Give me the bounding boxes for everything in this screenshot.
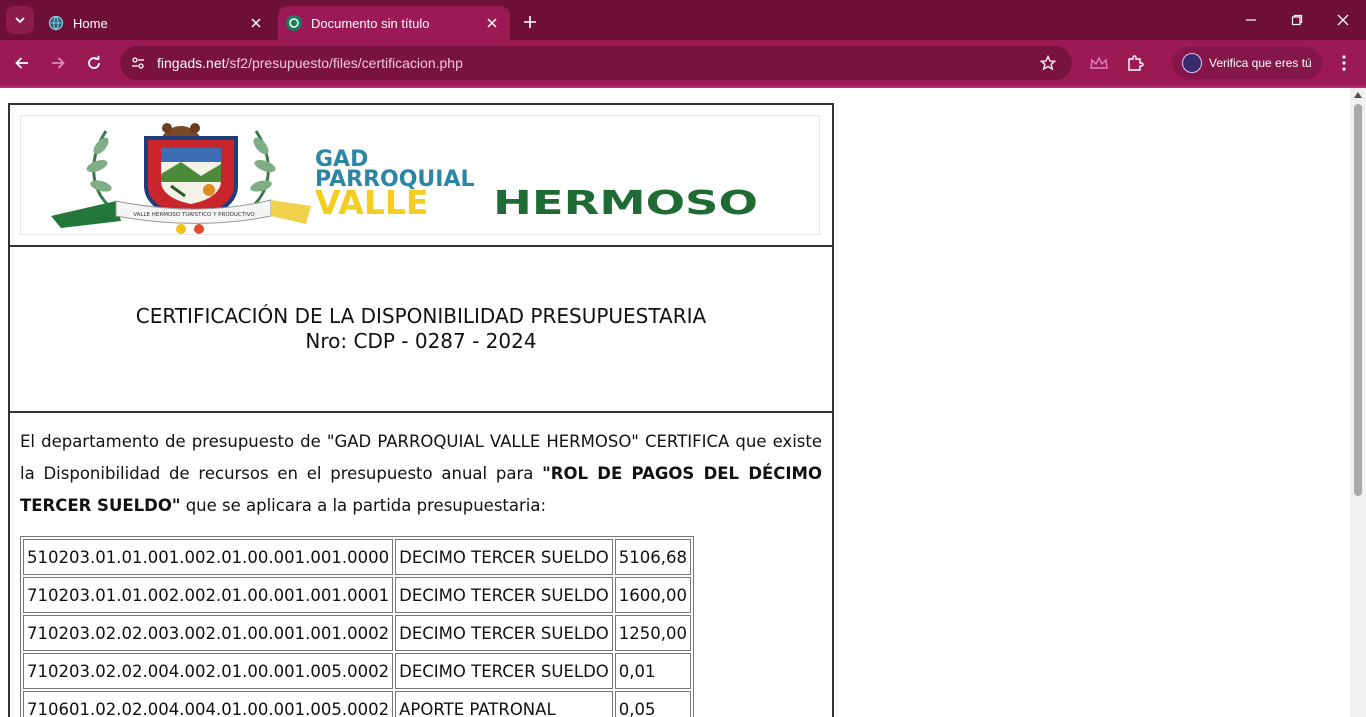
cell-valor: 0,01 <box>614 653 692 689</box>
page-content: VALLE HERMOSO TURISTICO Y PRODUCTIVO GAD… <box>0 88 1350 717</box>
cell-valor: 1250,00 <box>614 615 692 651</box>
extension-crown-icon[interactable] <box>1085 49 1113 77</box>
close-tab-icon[interactable] <box>246 13 266 33</box>
plus-icon <box>524 16 536 28</box>
close-icon <box>1337 14 1349 26</box>
cell-descripcion: DECIMO TERCER SUELDO <box>395 615 613 651</box>
table-row: 710601.02.02.004.004.01.00.001.005.0002 A… <box>23 691 692 717</box>
restore-icon <box>1291 14 1303 26</box>
bookmark-star-icon[interactable] <box>1038 53 1058 73</box>
logo-text-valle: VALLE <box>315 183 428 222</box>
cell-descripcion: DECIMO TERCER SUELDO <box>395 539 613 575</box>
minimize-icon <box>1246 19 1256 21</box>
document-heading: CERTIFICACIÓN DE LA DISPONIBILIDAD PRESU… <box>135 304 707 328</box>
back-button[interactable] <box>8 49 36 77</box>
address-bar[interactable]: fingads.net/sf2/presupuesto/files/certif… <box>120 46 1072 80</box>
cell-codigo: 710601.02.02.004.004.01.00.001.005.0002 <box>23 691 394 717</box>
close-tab-icon[interactable] <box>482 13 502 33</box>
cell-valor: 1600,00 <box>614 577 692 613</box>
cell-descripcion: DECIMO TERCER SUELDO <box>395 653 613 689</box>
profile-button[interactable]: Verifica que eres tú <box>1172 47 1322 79</box>
url-path: /sf2/presupuesto/files/certificacion.php <box>225 55 463 71</box>
avatar <box>1182 53 1202 73</box>
back-arrow-icon <box>15 57 28 69</box>
certification-paragraph: El departamento de presupuesto de "GAD P… <box>20 432 822 515</box>
gad-logo: VALLE HERMOSO TURISTICO Y PRODUCTIVO GAD… <box>20 115 820 235</box>
cell-descripcion: APORTE PATRONAL <box>395 691 613 717</box>
condor-icon <box>161 123 201 138</box>
reload-button[interactable] <box>80 49 108 77</box>
tab-search-button[interactable] <box>6 6 34 34</box>
svg-text:VALLE HERMOSO TURISTICO Y PROD: VALLE HERMOSO TURISTICO Y PRODUCTIVO <box>133 212 255 218</box>
vertical-scrollbar[interactable] <box>1350 88 1366 717</box>
logo-section: VALLE HERMOSO TURISTICO Y PRODUCTIVO GAD… <box>10 105 832 247</box>
certificate-document: VALLE HERMOSO TURISTICO Y PRODUCTIVO GAD… <box>8 103 834 717</box>
cell-codigo: 710203.01.01.002.002.01.00.001.001.0001 <box>23 577 394 613</box>
chevron-down-icon <box>15 17 25 24</box>
tab-strip: Home Documento sin título <box>0 0 1366 40</box>
cell-codigo: 710203.02.02.004.002.01.00.001.005.0002 <box>23 653 394 689</box>
table-row: 710203.02.02.003.002.01.00.001.001.0002 D… <box>23 615 692 651</box>
document-favicon-icon <box>286 15 302 31</box>
scroll-up-arrow-icon[interactable] <box>1354 92 1362 98</box>
document-number: Nro: CDP - 0287 - 2024 <box>305 329 537 353</box>
cell-codigo: 510203.01.01.001.002.01.00.001.001.0000 <box>23 539 394 575</box>
profile-label: Verifica que eres tú <box>1209 56 1312 70</box>
globe-icon <box>48 15 64 31</box>
minimize-button[interactable] <box>1228 6 1274 34</box>
extensions-puzzle-icon[interactable] <box>1121 49 1149 77</box>
new-tab-button[interactable] <box>518 10 542 34</box>
tab-title: Home <box>73 15 108 31</box>
site-settings-icon[interactable] <box>128 53 148 73</box>
close-window-button[interactable] <box>1320 6 1366 34</box>
scrollbar-thumb[interactable] <box>1354 104 1362 496</box>
reload-icon <box>88 55 100 69</box>
browser-toolbar: fingads.net/sf2/presupuesto/files/certif… <box>0 40 1366 86</box>
table-row: 510203.01.01.001.002.01.00.001.001.0000 D… <box>23 539 692 575</box>
title-section: CERTIFICACIÓN DE LA DISPONIBILIDAD PRESU… <box>10 247 832 413</box>
browser-menu-button[interactable] <box>1330 49 1358 77</box>
url-host: fingads.net <box>157 55 226 71</box>
forward-arrow-icon <box>52 57 65 69</box>
tab-title: Documento sin título <box>311 15 430 31</box>
more-vertical-icon <box>1342 55 1346 71</box>
restore-button[interactable] <box>1274 6 1320 34</box>
cell-valor: 0,05 <box>614 691 692 717</box>
tab-home[interactable]: Home <box>40 6 274 40</box>
table-row: 710203.01.01.002.002.01.00.001.001.0001 D… <box>23 577 692 613</box>
cell-valor: 5106,68 <box>614 539 692 575</box>
budget-lines-table: 510203.01.01.001.002.01.00.001.001.0000 D… <box>20 536 695 717</box>
body-section: El departamento de presupuesto de "GAD P… <box>10 413 832 717</box>
cell-codigo: 710203.02.02.003.002.01.00.001.001.0002 <box>23 615 394 651</box>
cell-descripcion: DECIMO TERCER SUELDO <box>395 577 613 613</box>
table-row: 710203.02.02.004.002.01.00.001.005.0002 D… <box>23 653 692 689</box>
url-text[interactable]: fingads.net/sf2/presupuesto/files/certif… <box>157 55 463 71</box>
forward-button[interactable] <box>44 49 72 77</box>
logo-text-hermoso: HERMOSO <box>493 183 758 222</box>
tab-documento[interactable]: Documento sin título <box>278 6 510 40</box>
